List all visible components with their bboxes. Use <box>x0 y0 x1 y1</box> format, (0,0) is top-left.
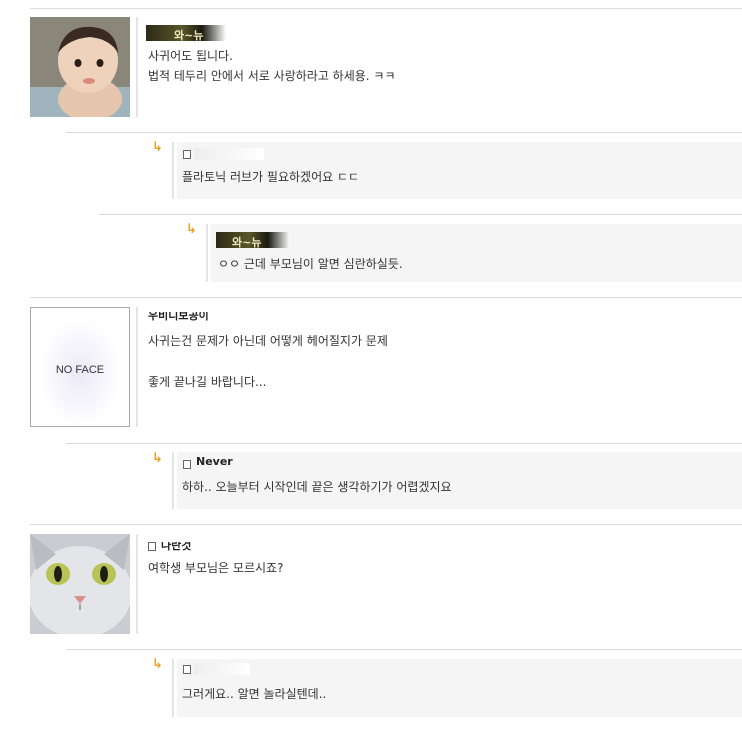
reply-arrow-icon: ↳ <box>152 451 163 466</box>
comment-text: 사귀어도 됩니다. <box>148 49 233 63</box>
comment-text: 사귀는건 문제가 아닌데 어떻게 헤어질지가 문제 <box>148 334 388 348</box>
reply-bar <box>172 659 174 717</box>
divider <box>66 443 742 444</box>
author-name[interactable]: 우비디보공이 <box>148 312 209 321</box>
reply-arrow-icon: ↳ <box>186 222 197 237</box>
reply-bar <box>172 142 174 199</box>
reply-bar <box>172 452 174 509</box>
divider <box>30 297 742 298</box>
masked-author <box>194 148 264 160</box>
divider <box>66 132 742 133</box>
comment-bar <box>136 307 138 427</box>
comment-text: 좋게 끝나길 바랍니다... <box>148 375 267 389</box>
no-face-avatar[interactable]: NO FACE <box>30 307 130 427</box>
comment-text: 여학생 부모님은 모르시죠? <box>148 561 284 575</box>
comment-icon <box>183 150 191 159</box>
reply-arrow-icon: ↳ <box>152 657 163 672</box>
reply-arrow-icon: ↳ <box>152 140 163 155</box>
author-name[interactable]: 나란것 <box>161 542 191 551</box>
reply-text: ㅇㅇ 근데 부모님이 알면 심란하실듯. <box>218 257 403 271</box>
reply-text: 그러게요.. 알면 놀라실텐데.. <box>182 687 327 701</box>
masked-author <box>194 663 250 675</box>
reply-text: 플라토닉 러브가 필요하겠어요 ㄷㄷ <box>182 170 360 184</box>
reply-author[interactable]: 와~뉴 <box>216 232 290 248</box>
comment-text: 법적 테두리 안에서 서로 사랑하라고 하세용. ㅋㅋ <box>148 69 396 83</box>
comment-icon <box>183 665 191 674</box>
reply-text: 하하.. 오늘부터 시작인데 끝은 생각하기가 어렵겠지요 <box>182 480 452 494</box>
author-name: 와~뉴 <box>174 29 204 41</box>
cat-avatar[interactable] <box>30 534 130 634</box>
divider <box>99 214 742 215</box>
comment-icon <box>148 542 156 551</box>
baby-avatar[interactable] <box>30 17 130 117</box>
reply-bar <box>206 224 208 282</box>
comment-author[interactable]: 와~뉴 <box>146 25 226 41</box>
reply-box <box>211 224 742 282</box>
divider <box>66 649 742 650</box>
comment-bar <box>136 534 138 634</box>
author-name: 와~뉴 <box>232 236 262 248</box>
author-name[interactable]: Never <box>196 456 233 469</box>
comment-icon <box>183 460 191 469</box>
comment-bar <box>136 17 138 117</box>
no-face-label: NO FACE <box>55 364 105 376</box>
divider <box>30 524 742 525</box>
top-divider <box>30 8 742 9</box>
